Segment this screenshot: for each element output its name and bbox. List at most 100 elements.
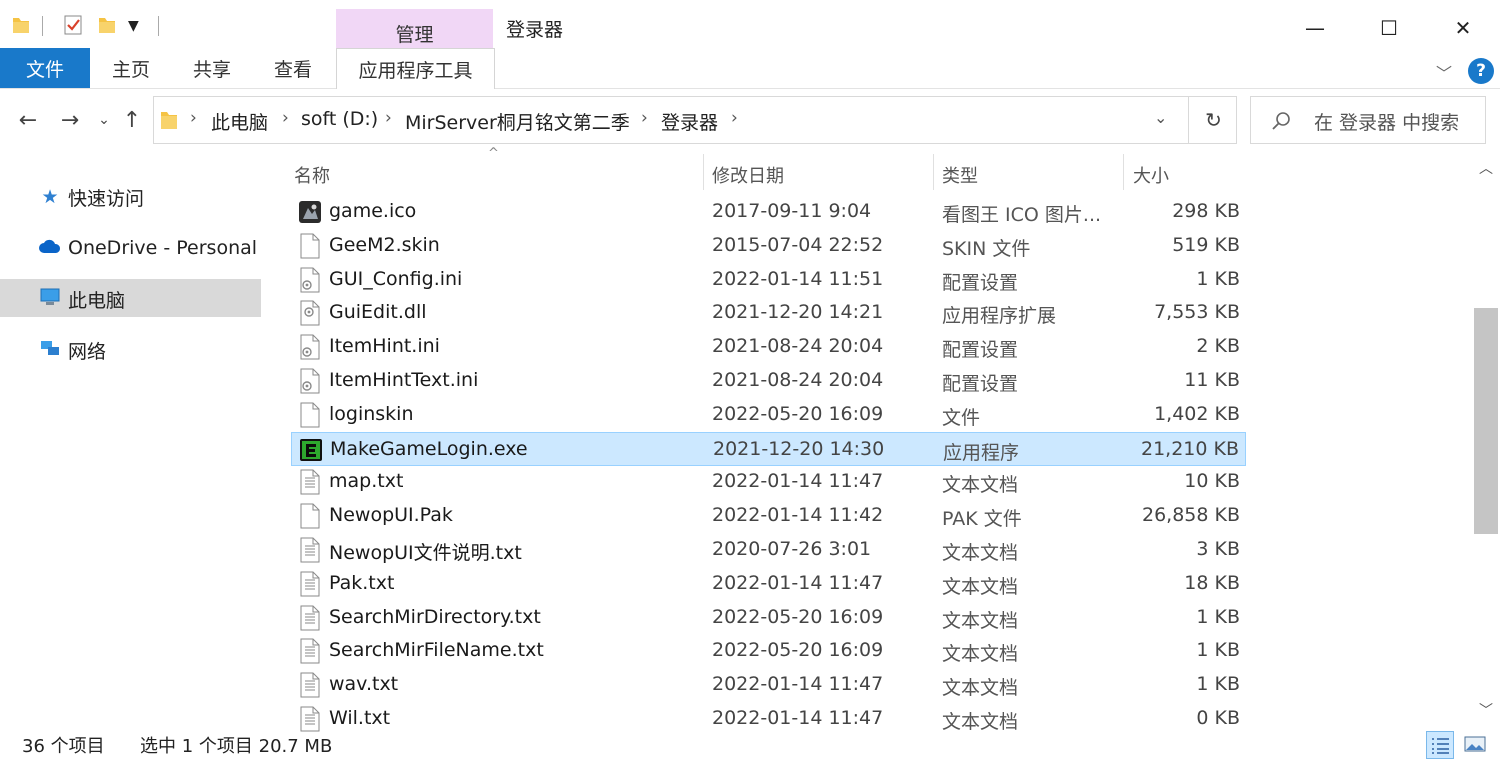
refresh-button[interactable]: ↻: [1188, 96, 1238, 144]
file-date: 2020-07-26 3:01: [712, 538, 872, 560]
qat-dropdown-icon[interactable]: ▼: [128, 18, 139, 34]
help-button[interactable]: ?: [1468, 58, 1494, 84]
forward-arrow-icon[interactable]: →: [54, 104, 86, 136]
column-divider[interactable]: [933, 154, 934, 190]
breadcrumb-separator-icon[interactable]: ›: [641, 108, 648, 128]
nav-item-label: 网络: [68, 340, 107, 363]
file-name: MakeGameLogin.exe: [330, 437, 528, 460]
column-divider[interactable]: [1123, 154, 1124, 190]
file-date: 2022-05-20 16:09: [712, 639, 884, 662]
table-row[interactable]: Wil.txt 2022-01-14 11:47 文本文档 0 KB: [291, 702, 1246, 736]
file-type: 文本文档: [942, 575, 1019, 598]
file-size: 1 KB: [1196, 267, 1240, 290]
file-size: 1,402 KB: [1154, 402, 1240, 425]
column-header-size[interactable]: 大小: [1133, 162, 1169, 188]
maximize-button[interactable]: ☐: [1366, 10, 1412, 46]
table-row[interactable]: GeeM2.skin 2015-07-04 22:52 SKIN 文件 519 KB: [291, 229, 1246, 263]
table-row[interactable]: SearchMirDirectory.txt 2022-05-20 16:09 文本…: [291, 601, 1246, 635]
ribbon-expand-chevron-icon[interactable]: ﹀: [1436, 60, 1452, 84]
file-date: 2021-12-20 14:21: [712, 301, 884, 324]
breadcrumb-current[interactable]: 登录器: [661, 108, 718, 135]
ico-image-icon: [299, 199, 321, 225]
file-name: GUI_Config.ini: [329, 267, 463, 290]
status-selection: 选中 1 个项目 20.7 MB: [140, 736, 333, 757]
table-row[interactable]: GuiEdit.dll 2021-12-20 14:21 应用程序扩展 7,553 K…: [291, 296, 1246, 330]
breadcrumb-separator-icon[interactable]: ›: [385, 108, 392, 128]
close-button[interactable]: ✕: [1440, 10, 1486, 46]
new-folder-icon[interactable]: [96, 14, 118, 36]
file-name: SearchMirFileName.txt: [329, 639, 544, 662]
cloud-icon: [38, 237, 62, 259]
file-size: 2 KB: [1196, 335, 1240, 358]
table-row[interactable]: game.ico 2017-09-11 9:04 看图王 ICO 图片... 298 …: [291, 195, 1246, 229]
properties-check-icon[interactable]: [62, 14, 84, 36]
table-row[interactable]: map.txt 2022-01-14 11:47 文本文档 10 KB: [291, 465, 1246, 499]
tab-share[interactable]: 共享: [172, 48, 252, 88]
file-name: NewopUI.Pak: [329, 504, 453, 527]
column-header-type[interactable]: 类型: [942, 162, 978, 188]
file-date: 2021-08-24 20:04: [712, 335, 884, 358]
table-row[interactable]: ItemHintText.ini 2021-08-24 20:04 配置设置 11 K…: [291, 364, 1246, 398]
large-icons-view-icon[interactable]: [1462, 731, 1488, 757]
tab-application-tools[interactable]: 应用程序工具: [336, 48, 495, 89]
qat-divider: [42, 16, 43, 36]
scroll-down-arrow-icon[interactable]: ﹀: [1479, 700, 1493, 720]
nav-item-this-pc[interactable]: 此电脑: [38, 281, 125, 317]
breadcrumb-mirserver[interactable]: MirServer桐月铭文第二季: [405, 108, 630, 135]
scrollbar-thumb[interactable]: [1474, 308, 1498, 534]
nav-item-network[interactable]: 网络: [38, 332, 106, 368]
scroll-up-arrow-icon[interactable]: ︿: [1479, 158, 1493, 178]
file-type: 文本文档: [942, 711, 1019, 733]
nav-item-onedrive[interactable]: OneDrive - Personal: [38, 230, 257, 266]
file-type: 配置设置: [942, 271, 1019, 294]
table-row[interactable]: loginskin 2022-05-20 16:09 文件 1,402 KB: [291, 398, 1246, 432]
table-row[interactable]: NewopUI.Pak 2022-01-14 11:42 PAK 文件 26,858 …: [291, 499, 1246, 533]
address-history-chevron-icon[interactable]: ⌄: [1154, 108, 1167, 127]
table-row[interactable]: NewopUI文件说明.txt 2020-07-26 3:01 文本文档 3 KB: [291, 533, 1246, 567]
text-file-icon: [299, 638, 321, 664]
file-size: 3 KB: [1196, 538, 1240, 560]
file-name: Pak.txt: [329, 571, 395, 594]
text-file-icon: [299, 605, 321, 631]
folder-icon: [161, 112, 177, 129]
details-view-icon[interactable]: [1426, 731, 1454, 759]
minimize-icon: —: [1305, 16, 1325, 40]
window-title: 登录器: [506, 19, 564, 41]
file-date: 2022-01-14 11:47: [712, 571, 884, 594]
file-date: 2022-01-14 11:51: [712, 267, 884, 290]
column-divider[interactable]: [703, 154, 704, 190]
tab-view[interactable]: 查看: [252, 48, 334, 88]
file-date: 2022-01-14 11:42: [712, 504, 884, 527]
file-name: map.txt: [329, 470, 404, 493]
table-row[interactable]: Pak.txt 2022-01-14 11:47 文本文档 18 KB: [291, 567, 1246, 601]
nav-item-label: OneDrive - Personal: [68, 237, 258, 259]
minimize-button[interactable]: —: [1292, 10, 1338, 46]
file-type: 看图王 ICO 图片...: [942, 204, 1102, 226]
column-header-name[interactable]: 名称: [294, 162, 330, 188]
table-row[interactable]: ItemHint.ini 2021-08-24 20:04 配置设置 2 KB: [291, 330, 1246, 364]
up-arrow-icon[interactable]: ↑: [116, 104, 148, 136]
file-type: 文本文档: [942, 542, 1019, 564]
table-row-selected[interactable]: MakeGameLogin.exe 2021-12-20 14:30 应用程序 21,…: [291, 431, 1246, 466]
back-arrow-icon[interactable]: ←: [12, 104, 44, 136]
breadcrumb-separator-icon[interactable]: ›: [282, 108, 289, 128]
file-type: 应用程序: [943, 441, 1020, 464]
table-row[interactable]: SearchMirFileName.txt 2022-05-20 16:09 文本文…: [291, 634, 1246, 668]
file-type: 文件: [942, 406, 981, 429]
column-header-date[interactable]: 修改日期: [712, 162, 784, 188]
table-row[interactable]: wav.txt 2022-01-14 11:47 文本文档 1 KB: [291, 668, 1246, 702]
breadcrumb-separator-icon[interactable]: ›: [731, 108, 738, 128]
breadcrumb-drive[interactable]: soft (D:): [301, 108, 378, 130]
nav-item-quick-access[interactable]: ★ 快速访问: [38, 179, 144, 215]
file-size: 519 KB: [1172, 233, 1240, 256]
file-size: 26,858 KB: [1141, 504, 1240, 527]
file-date: 2015-07-04 22:52: [712, 233, 884, 256]
breadcrumb-separator-icon[interactable]: ›: [190, 108, 197, 128]
breadcrumb-this-pc[interactable]: 此电脑: [211, 108, 268, 135]
folder-icon[interactable]: [10, 14, 32, 36]
tab-file[interactable]: 文件: [0, 48, 90, 88]
blank-file-icon: [299, 233, 321, 259]
table-row[interactable]: GUI_Config.ini 2022-01-14 11:51 配置设置 1 KB: [291, 263, 1246, 297]
file-name: SearchMirDirectory.txt: [329, 605, 541, 628]
tab-home[interactable]: 主页: [90, 48, 172, 88]
